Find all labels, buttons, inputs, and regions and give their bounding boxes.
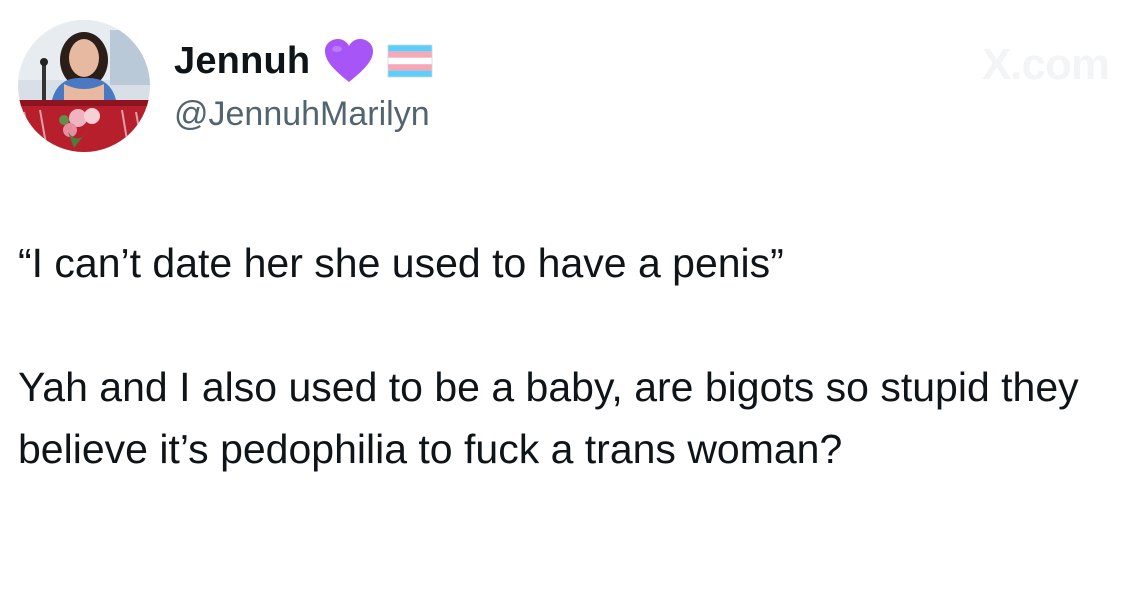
avatar[interactable] [18, 20, 150, 152]
tweet-paragraph: Yah and I also used to be a baby, are bi… [18, 364, 1079, 472]
tweet-card: Jennuh @JennuhMarilyn X.com “I can’t dat… [0, 0, 1133, 615]
tweet-quote-line: “I can’t date her she used to have a pen… [18, 240, 784, 286]
tweet-text: “I can’t date her she used to have a pen… [18, 232, 1123, 480]
watermark: X.com [981, 40, 1110, 89]
name-row: Jennuh [174, 38, 434, 84]
user-handle[interactable]: @JennuhMarilyn [174, 92, 430, 136]
transgender-flag-icon [386, 41, 434, 81]
display-name[interactable]: Jennuh [174, 38, 310, 84]
purple-heart-icon [324, 38, 374, 84]
